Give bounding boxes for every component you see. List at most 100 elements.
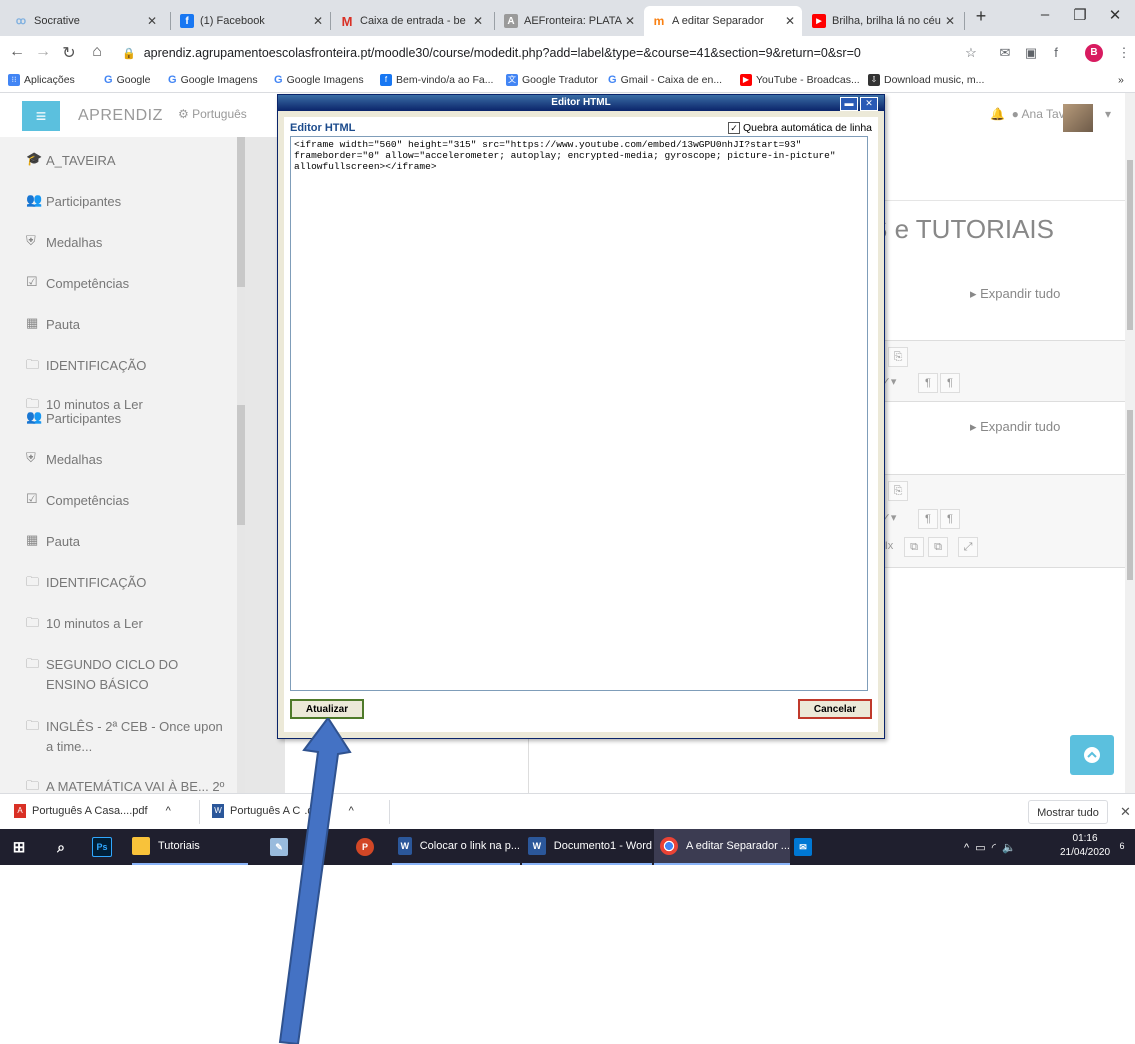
sidebar-item[interactable]: ☑ Competências (26, 274, 129, 294)
html-code-textarea[interactable] (290, 136, 868, 691)
taskbar-mail[interactable]: ✉ (794, 829, 824, 865)
page-scroll-thumb[interactable] (1127, 410, 1133, 580)
tab-close-icon[interactable]: ✕ (144, 14, 160, 28)
page-scroll-thumb[interactable] (1127, 160, 1133, 330)
mail-extension-icon[interactable]: ✉ (996, 45, 1014, 61)
tab-facebook[interactable]: f (1) Facebook ✕ (172, 6, 330, 36)
sidebar-item[interactable]: 👥 Participantes (26, 409, 121, 429)
sidebar-item[interactable]: 👥 Participantes (26, 192, 121, 212)
search-button[interactable]: ⌕ (52, 829, 82, 865)
tab-close-icon[interactable]: ✕ (310, 14, 326, 28)
pocket-extension-icon[interactable]: ▣ (1022, 45, 1040, 61)
sidebar-item[interactable]: 🗀 INGLÊS - 2ª CEB - Once upon a time... (26, 717, 223, 757)
rtl-icon[interactable]: ¶ (940, 509, 960, 529)
bookmark-download-music[interactable]: ⇩ Download music, m... (868, 74, 984, 86)
bookmark-youtube[interactable]: ▶ YouTube - Broadcas... (740, 74, 860, 86)
cancel-button[interactable]: Cancelar (798, 699, 872, 719)
tab-close-icon[interactable]: ✕ (622, 14, 638, 28)
tab-socrative[interactable]: ꝏ Socrative ✕ (6, 6, 164, 36)
paste-word-icon[interactable]: ⧉ (928, 537, 948, 557)
sidebar-scroll-thumb[interactable] (237, 137, 245, 287)
paste-icon[interactable]: ⎘ (888, 481, 908, 501)
paste-icon[interactable]: ⎘ (888, 347, 908, 367)
sidebar-item[interactable]: ☑ Competências (26, 491, 129, 511)
new-tab-button[interactable]: + (966, 6, 996, 27)
facebook-extension-icon[interactable]: f (1047, 45, 1065, 60)
taskbar-photoshop[interactable]: Ps (92, 829, 122, 865)
back-button[interactable]: ← (6, 43, 28, 61)
bookmark-star-icon[interactable]: ☆ (962, 45, 980, 61)
sidebar-item[interactable]: 🗀 SEGUNDO CICLO DO ENSINO BÁSICO (26, 655, 178, 695)
hamburger-icon: ≡ (35, 106, 47, 126)
notification-center-icon[interactable]: 6 (1114, 838, 1130, 854)
dialog-close-button[interactable]: ✕ (860, 97, 878, 111)
copy-icon[interactable]: ⧉ (904, 537, 924, 557)
bookmark-google[interactable]: G Google (104, 74, 150, 86)
user-avatar[interactable] (1063, 104, 1093, 132)
update-button[interactable]: Atualizar (290, 699, 364, 719)
start-button[interactable]: ⊞ (10, 829, 40, 865)
sidebar-item-label: SEGUNDO CICLO DO ENSINO BÁSICO (46, 657, 179, 692)
close-downloads-button[interactable]: ✕ (1120, 804, 1131, 820)
sidebar-item[interactable]: 🗀 IDENTIFICAÇÃO (26, 356, 146, 378)
system-tray[interactable]: ^ ▭ ◜ 🔈 (964, 829, 1054, 865)
url-field[interactable]: 🔒 aprendiz.agrupamentoescolasfronteira.p… (122, 41, 992, 65)
sidebar-item-label: Medalhas (46, 235, 103, 250)
bookmark-google-tradutor[interactable]: 文 Google Tradutor (506, 74, 598, 86)
browser-menu-icon[interactable]: ⋮ (1115, 45, 1133, 61)
dialog-minimize-button[interactable]: ▬ (840, 97, 858, 111)
ltr-icon[interactable]: ¶ (918, 373, 938, 393)
back-to-top-button[interactable] (1070, 735, 1114, 775)
profile-avatar[interactable]: B (1085, 44, 1103, 62)
sidebar-item[interactable]: 🎓 A_TAVEIRA (26, 151, 116, 171)
tab-gmail[interactable]: M Caixa de entrada - be ✕ (332, 6, 490, 36)
taskbar-word-documento1[interactable]: W Documento1 - Word (522, 829, 652, 865)
fullscreen-icon[interactable]: ⤢ (958, 537, 978, 557)
bookmark-gmail[interactable]: G Gmail - Caixa de en... (608, 74, 722, 86)
tab-close-icon[interactable]: ✕ (470, 14, 486, 28)
bookmark-apps[interactable]: ⁝⁝ Aplicações (8, 74, 75, 86)
home-button[interactable]: ⌂ (86, 43, 108, 61)
menu-toggle-button[interactable]: ≡ (22, 101, 60, 131)
sidebar-item[interactable]: ▦ Pauta (26, 532, 80, 552)
site-name[interactable]: APRENDIZ (78, 107, 163, 125)
language-menu[interactable]: ⚙ Português (178, 107, 247, 121)
bookmark-google-imagens-1[interactable]: G Google Imagens (168, 74, 258, 86)
sidebar-item[interactable]: 🗀 A MATEMÁTICA VAI À BE... 2º (26, 777, 224, 793)
tab-close-icon[interactable]: ✕ (782, 14, 798, 28)
sidebar-item[interactable]: 🗀 IDENTIFICAÇÃO (26, 573, 146, 595)
wrap-lines-option[interactable]: ✓ Quebra automática de linha (728, 122, 872, 134)
taskbar-word-colocar-link[interactable]: W Colocar o link na p... (392, 829, 520, 865)
bookmark-facebook[interactable]: f Bem-vindo/a ao Fa... (380, 74, 493, 86)
taskbar-tutoriais[interactable]: Tutoriais (132, 829, 248, 865)
reload-button[interactable]: ↻ (58, 43, 80, 63)
expand-all-link[interactable]: ▸ Expandir tudo (970, 286, 1060, 302)
sidebar-item[interactable]: ⛨ Medalhas (26, 233, 102, 253)
bookmark-google-imagens-2[interactable]: G Google Imagens (274, 74, 364, 86)
sidebar-item[interactable]: 🗀 10 minutos a Ler (26, 614, 143, 636)
close-window-button[interactable]: ✕ (1100, 6, 1130, 24)
tab-youtube[interactable]: ▶ Brilha, brilha lá no céu ✕ (804, 6, 962, 36)
dialog-titlebar[interactable]: Editor HTML (278, 95, 884, 111)
taskbar-clock[interactable]: 01:16 21/04/2020 (1060, 832, 1110, 860)
tab-aefronteira[interactable]: A AEFronteira: PLATAFOR ✕ (496, 6, 642, 36)
sidebar-item-label: A MATEMÁTICA VAI À BE... 2º (46, 779, 225, 793)
restore-button[interactable]: ❐ (1065, 6, 1095, 24)
taskbar-chrome[interactable]: A editar Separador ... (654, 829, 790, 865)
ltr-icon[interactable]: ¶ (918, 509, 938, 529)
bookmarks-overflow-button[interactable]: » (1118, 74, 1124, 86)
show-all-downloads-button[interactable]: Mostrar tudo (1028, 800, 1108, 824)
minimize-button[interactable]: – (1030, 6, 1060, 23)
download-item-pdf[interactable]: A Português A Casa....pdf ^ (14, 804, 171, 818)
sidebar-item[interactable]: ⛨ Medalhas (26, 450, 102, 470)
sidebar-item[interactable]: ▦ Pauta (26, 315, 80, 335)
tab-a-editar-separador[interactable]: m A editar Separador ✕ (644, 6, 802, 36)
tab-close-icon[interactable]: ✕ (942, 14, 958, 28)
forward-button[interactable]: → (32, 43, 54, 61)
chevron-up-icon[interactable]: ^ (166, 805, 171, 817)
rtl-icon[interactable]: ¶ (940, 373, 960, 393)
checkbox-checked-icon[interactable]: ✓ (728, 122, 740, 134)
expand-all-link[interactable]: ▸ Expandir tudo (970, 419, 1060, 435)
user-menu-caret-icon[interactable]: ▾ (1105, 107, 1111, 121)
sidebar-scroll-thumb[interactable] (237, 405, 245, 525)
